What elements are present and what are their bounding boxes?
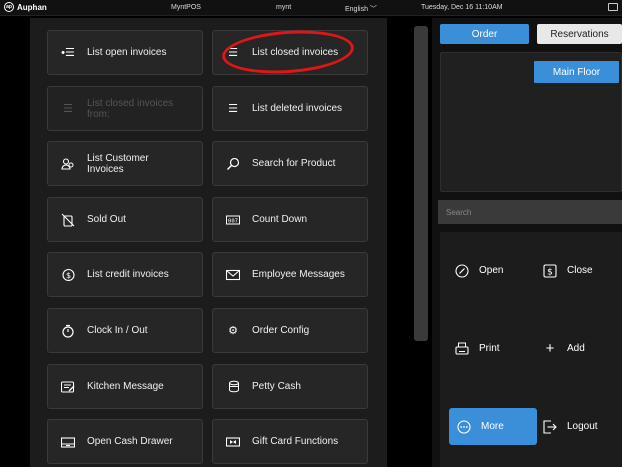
chevron-down-icon: ﹀ bbox=[369, 6, 377, 13]
list-icon: ☰ bbox=[228, 47, 238, 59]
logout-label: Logout bbox=[567, 421, 598, 432]
open-label: Open bbox=[479, 265, 504, 276]
gift-card-icon bbox=[226, 435, 240, 449]
gift-card-functions-button[interactable]: Gift Card Functions bbox=[212, 419, 368, 464]
button-label: List closed invoices bbox=[252, 47, 339, 58]
count-down-button[interactable]: 007 Count Down bbox=[212, 197, 368, 242]
cash-drawer-icon bbox=[61, 435, 75, 449]
user-name[interactable]: mynt bbox=[276, 4, 291, 11]
list-icon: ☰ bbox=[63, 103, 73, 115]
button-label: List closed invoices from: bbox=[87, 97, 174, 120]
language-label: English bbox=[345, 6, 368, 13]
button-label: Order Config bbox=[252, 325, 310, 336]
print-label: Print bbox=[479, 343, 500, 354]
list-closed-invoices-button[interactable]: ☰ List closed invoices bbox=[212, 30, 368, 75]
clock-in-out-button[interactable]: Clock In / Out bbox=[47, 308, 203, 353]
more-label: More bbox=[481, 421, 504, 432]
button-label: Count Down bbox=[252, 214, 308, 225]
svg-text:$: $ bbox=[547, 267, 553, 277]
close-label: Close bbox=[567, 265, 593, 276]
coins-icon bbox=[226, 380, 240, 394]
kitchen-message-button[interactable]: Kitchen Message bbox=[47, 364, 203, 409]
button-label: Sold Out bbox=[87, 214, 126, 225]
list-closed-invoices-from-button: ☰ List closed invoices from: bbox=[47, 86, 203, 131]
tab-reservations[interactable]: Reservations bbox=[537, 24, 622, 44]
counter-icon: 007 bbox=[226, 213, 240, 227]
list-open-invoices-button[interactable]: •☰ List open invoices bbox=[47, 30, 203, 75]
brand-name: Auphan bbox=[17, 2, 47, 12]
button-label: Clock In / Out bbox=[87, 325, 148, 336]
button-label: Petty Cash bbox=[252, 381, 301, 392]
employee-messages-button[interactable]: Employee Messages bbox=[212, 252, 368, 297]
button-label: Open Cash Drawer bbox=[87, 436, 173, 447]
petty-cash-button[interactable]: Petty Cash bbox=[212, 364, 368, 409]
list-customer-invoices-button[interactable]: List Customer Invoices bbox=[47, 141, 203, 186]
main-floor-button[interactable]: Main Floor bbox=[534, 61, 619, 83]
mail-icon bbox=[226, 268, 240, 282]
gear-icon: ⚙ bbox=[228, 325, 238, 337]
menu-scrollbar[interactable] bbox=[414, 26, 428, 341]
app-name: MyntPOS bbox=[171, 4, 201, 11]
print-icon bbox=[455, 342, 469, 356]
plus-icon: + bbox=[545, 340, 555, 357]
close-button[interactable]: $ Close bbox=[543, 252, 593, 289]
chat-icon[interactable] bbox=[608, 3, 618, 11]
button-label: List credit invoices bbox=[87, 269, 169, 280]
sold-out-button[interactable]: Sold Out bbox=[47, 197, 203, 242]
more-dots-icon bbox=[457, 419, 471, 434]
credit-icon: $ bbox=[61, 268, 75, 282]
stopwatch-icon bbox=[61, 324, 75, 338]
datetime: Tuesday, Dec 16 11:10AM bbox=[421, 4, 503, 11]
add-label: Add bbox=[567, 343, 585, 354]
list-deleted-invoices-button[interactable]: ☰ List deleted invoices bbox=[212, 86, 368, 131]
button-label: Gift Card Functions bbox=[252, 436, 339, 447]
button-label: List deleted invoices bbox=[252, 103, 343, 114]
add-button[interactable]: + Add bbox=[543, 330, 585, 367]
edit-circle-icon bbox=[455, 263, 469, 278]
search-input[interactable] bbox=[438, 200, 622, 224]
search-for-product-button[interactable]: Search for Product bbox=[212, 141, 368, 186]
search-icon bbox=[226, 157, 240, 171]
svg-text:007: 007 bbox=[228, 218, 238, 224]
list-credit-invoices-button[interactable]: $ List credit invoices bbox=[47, 252, 203, 297]
sold-out-icon bbox=[61, 213, 75, 227]
open-cash-drawer-button[interactable]: Open Cash Drawer bbox=[47, 419, 203, 464]
list-check-icon: ☰ bbox=[228, 103, 238, 115]
top-bar: ap Auphan MyntPOS mynt English ﹀ Tuesday… bbox=[0, 0, 622, 16]
button-label: Employee Messages bbox=[252, 269, 345, 280]
tab-order[interactable]: Order bbox=[440, 24, 529, 44]
list-bullet-icon: •☰ bbox=[61, 47, 75, 59]
logout-icon bbox=[543, 419, 557, 434]
language-select[interactable]: English ﹀ bbox=[345, 4, 377, 14]
dollar-box-icon: $ bbox=[543, 263, 557, 278]
button-label: List Customer Invoices bbox=[87, 152, 149, 175]
auphan-logo-icon: ap bbox=[4, 2, 14, 12]
brand-logo: ap Auphan bbox=[4, 2, 47, 12]
order-config-button[interactable]: ⚙ Order Config bbox=[212, 308, 368, 353]
open-button[interactable]: Open bbox=[455, 252, 503, 289]
kitchen-message-icon bbox=[61, 380, 75, 394]
button-label: List open invoices bbox=[87, 47, 167, 58]
more-button[interactable]: More bbox=[449, 408, 537, 445]
users-icon bbox=[61, 157, 75, 171]
logout-button[interactable]: Logout bbox=[543, 408, 598, 445]
print-button[interactable]: Print bbox=[455, 330, 500, 367]
button-label: Kitchen Message bbox=[87, 381, 164, 392]
button-label: Search for Product bbox=[252, 158, 336, 169]
svg-text:$: $ bbox=[66, 271, 71, 280]
